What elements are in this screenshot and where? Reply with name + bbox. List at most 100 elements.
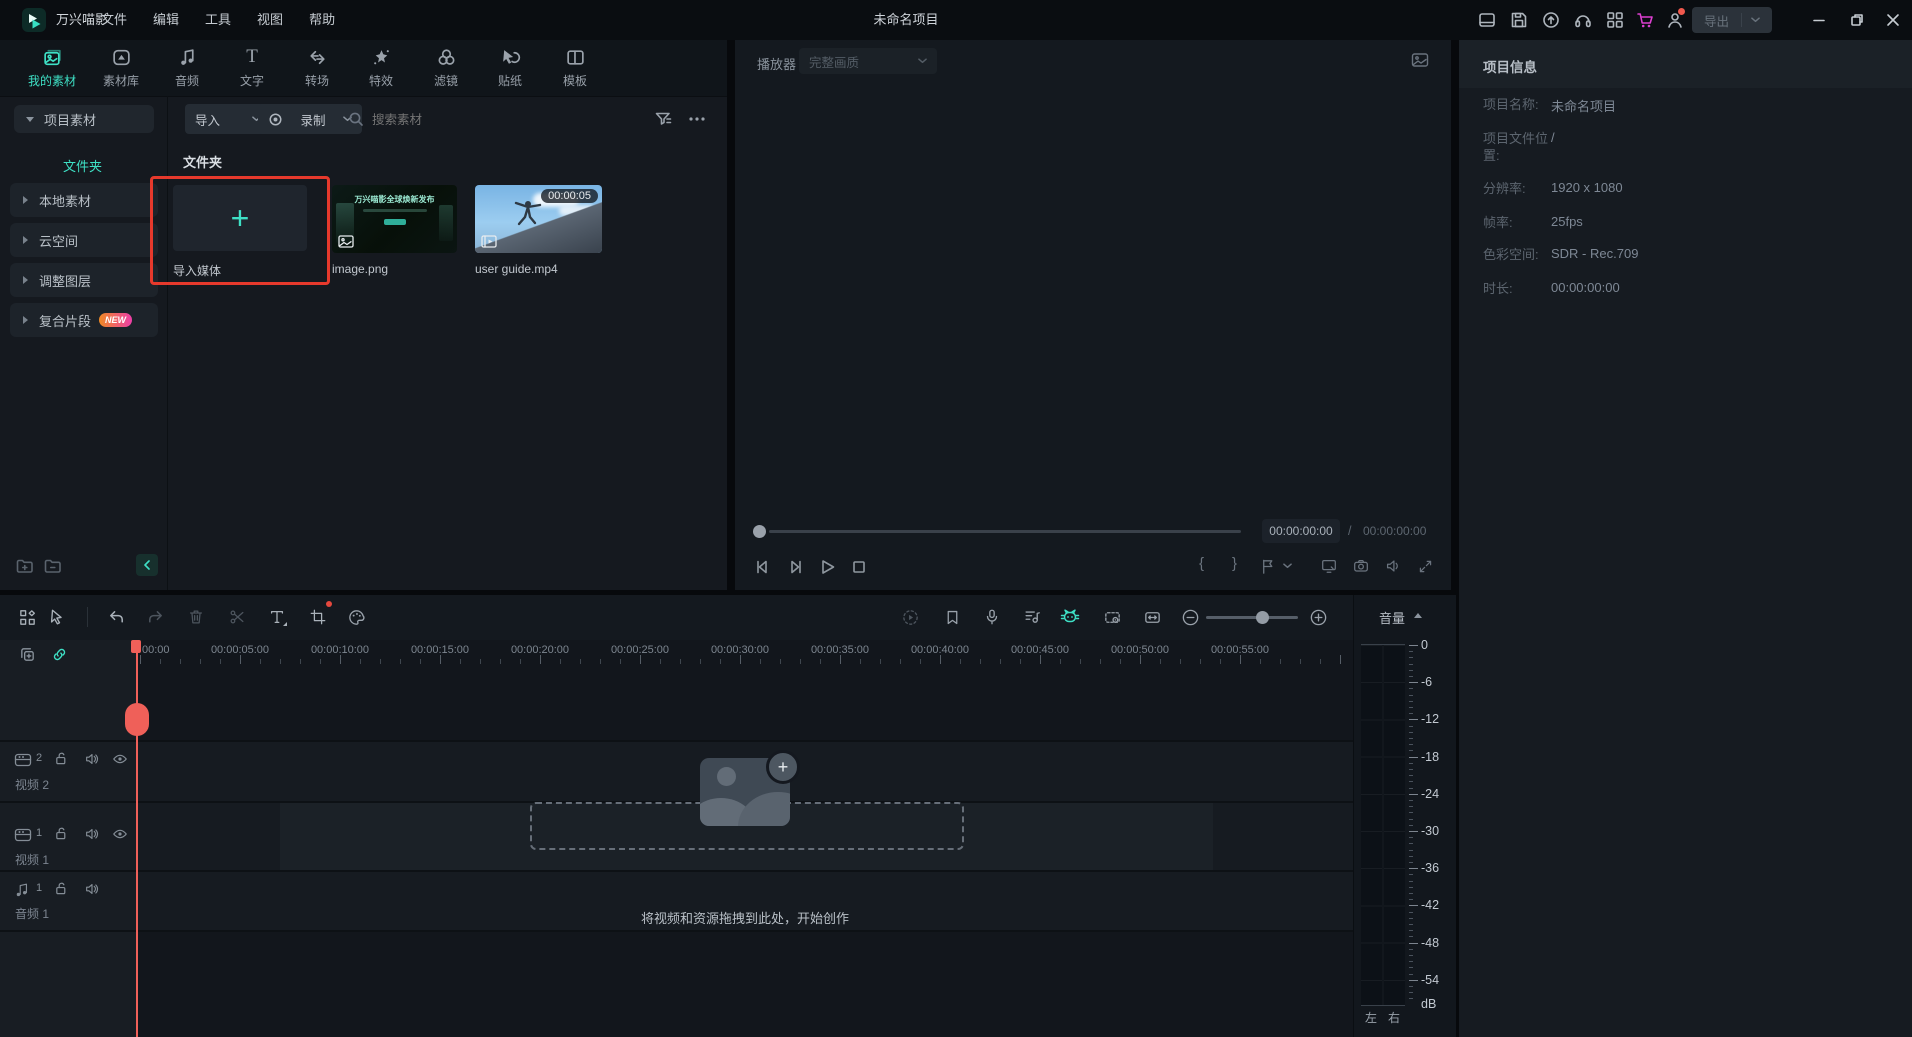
fullscreen-icon[interactable] (1415, 556, 1435, 576)
track-preview-icon[interactable] (1101, 606, 1123, 628)
upload-icon[interactable] (1538, 7, 1564, 33)
delete-button[interactable] (185, 606, 207, 628)
sidebar-item-folder-selected[interactable]: 文件夹 (63, 156, 102, 175)
scrubber-track[interactable] (769, 530, 1241, 533)
account-icon[interactable] (1662, 7, 1688, 33)
image-badge-icon (338, 235, 354, 248)
step-forward-button[interactable] (783, 555, 807, 579)
playhead-handle[interactable] (125, 703, 149, 736)
collapse-sidebar-button[interactable] (136, 554, 158, 576)
voiceover-mic-icon[interactable] (981, 606, 1003, 628)
marker-bookmark-icon[interactable] (941, 606, 963, 628)
current-timecode: 00:00:00:00 (1262, 519, 1340, 543)
video-track-icon (14, 827, 32, 843)
add-media-plus-badge[interactable]: + (766, 750, 800, 784)
render-preview-icon[interactable] (899, 606, 921, 628)
menu-help[interactable]: 帮助 (296, 0, 348, 40)
media-tabstrip: 我的素材 素材库 音频 T 文字 转场 特效 滤镜 贴纸 (0, 40, 727, 97)
scrubber-handle[interactable] (753, 525, 766, 538)
zoom-slider-track[interactable] (1206, 616, 1298, 619)
mark-in-icon[interactable]: { (1199, 555, 1204, 572)
layout-icon[interactable] (1474, 7, 1500, 33)
maximize-button[interactable] (1838, 0, 1876, 40)
crop-tool-icon[interactable] (307, 606, 329, 628)
copy-clip-icon[interactable] (16, 644, 38, 664)
sidebar-label: 本地素材 (39, 191, 91, 210)
eye-icon[interactable] (112, 826, 128, 842)
play-button[interactable] (815, 555, 839, 579)
eye-icon[interactable] (112, 751, 128, 767)
step-back-button[interactable] (751, 555, 775, 579)
sidebar-label: 云空间 (39, 231, 78, 250)
speaker-icon[interactable] (84, 826, 100, 842)
save-icon[interactable] (1506, 7, 1532, 33)
menu-view[interactable]: 视图 (244, 0, 296, 40)
lock-icon[interactable] (54, 881, 69, 896)
minimize-button[interactable] (1800, 0, 1838, 40)
track-number: 1 (36, 882, 42, 894)
menu-file[interactable]: 文件 (88, 0, 140, 40)
track-number: 1 (36, 827, 42, 839)
mark-out-icon[interactable]: } (1232, 555, 1237, 572)
tab-library[interactable]: 素材库 (86, 46, 156, 89)
timeline-ruler[interactable]: 00:0000:00:05:0000:00:10:0000:00:15:0000… (137, 640, 1353, 665)
link-clips-icon[interactable] (48, 644, 70, 664)
apps-grid-icon[interactable] (1602, 7, 1628, 33)
export-button[interactable]: 导出 (1692, 7, 1772, 33)
cart-icon[interactable] (1632, 7, 1658, 33)
undo-button[interactable] (105, 606, 127, 628)
marker-chevron-icon[interactable] (1283, 563, 1292, 569)
menu-edit[interactable]: 编辑 (140, 0, 192, 40)
speaker-icon[interactable] (84, 881, 100, 897)
filter-icon[interactable] (652, 108, 674, 130)
split-scissors-icon[interactable] (226, 606, 248, 628)
export-label: 导出 (1704, 11, 1729, 30)
close-button[interactable] (1874, 0, 1912, 40)
sidebar-item-cloud[interactable]: 云空间 (10, 223, 158, 257)
tab-text[interactable]: T 文字 (217, 46, 287, 89)
manage-tracks-icon[interactable] (16, 606, 38, 628)
secondary-display-icon[interactable] (1319, 556, 1339, 576)
more-options-icon[interactable] (686, 108, 708, 130)
speaker-icon[interactable] (84, 751, 100, 767)
meow-assistant-icon[interactable] (1059, 606, 1081, 628)
sidebar-item-project-media[interactable]: 项目素材 (14, 105, 154, 133)
tab-templates[interactable]: 模板 (540, 46, 610, 89)
sidebar-item-compound-clip[interactable]: 复合片段 NEW (10, 303, 158, 337)
record-button[interactable]: 录制 (258, 104, 362, 134)
tab-my-media[interactable]: 我的素材 (17, 46, 87, 89)
sidebar-item-adjustment-layer[interactable]: 调整图层 (10, 263, 158, 297)
media-item-video[interactable]: 00:00:05 (475, 185, 602, 253)
menu-tools[interactable]: 工具 (192, 0, 244, 40)
color-palette-icon[interactable] (345, 606, 367, 628)
tab-stickers[interactable]: 贴纸 (475, 46, 545, 89)
fit-timeline-icon[interactable] (1141, 606, 1163, 628)
zoom-slider-handle[interactable] (1256, 611, 1269, 624)
tab-label: 滤镜 (434, 72, 458, 89)
tab-audio[interactable]: 音频 (152, 46, 222, 89)
preview-background-icon[interactable] (1409, 50, 1431, 70)
quality-dropdown[interactable]: 完整画质 (799, 48, 937, 74)
lock-icon[interactable] (54, 826, 69, 841)
zoom-out-icon[interactable] (1179, 606, 1201, 628)
mute-speaker-icon[interactable] (1383, 556, 1403, 576)
select-tool-icon[interactable] (46, 606, 68, 628)
new-folder-icon[interactable] (14, 556, 36, 576)
tab-transitions[interactable]: 转场 (282, 46, 352, 89)
sidebar-item-local-media[interactable]: 本地素材 (10, 183, 158, 217)
tab-filters[interactable]: 滤镜 (411, 46, 481, 89)
audio-mixer-icon[interactable] (1021, 606, 1043, 628)
redo-button[interactable] (144, 606, 166, 628)
support-headset-icon[interactable] (1570, 7, 1596, 33)
search-input[interactable] (370, 104, 554, 136)
tab-effects[interactable]: 特效 (346, 46, 416, 89)
delete-folder-icon[interactable] (42, 556, 64, 576)
zoom-in-icon[interactable] (1307, 606, 1329, 628)
playhead-line[interactable] (136, 640, 138, 1037)
snapshot-camera-icon[interactable] (1351, 556, 1371, 576)
lock-icon[interactable] (54, 751, 69, 766)
text-tool-icon[interactable] (266, 606, 288, 628)
stop-button[interactable] (847, 555, 871, 579)
media-item-image[interactable]: 万兴喵影全球焕新发布 (332, 185, 457, 253)
marker-flag-icon[interactable] (1257, 556, 1277, 576)
